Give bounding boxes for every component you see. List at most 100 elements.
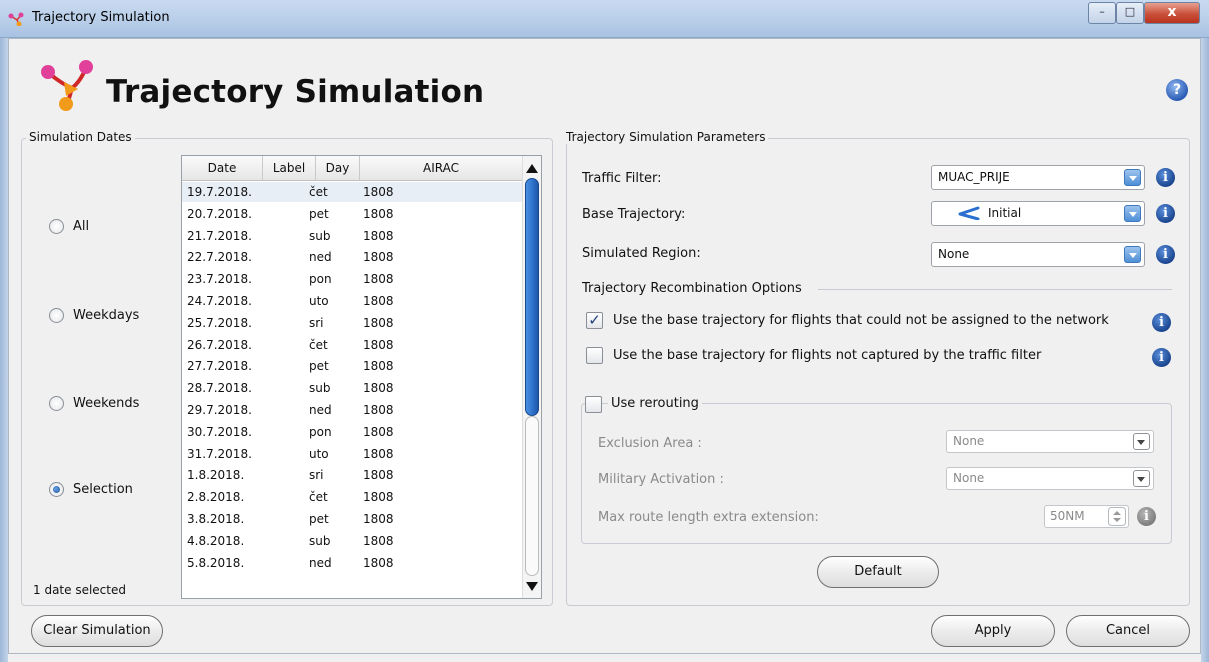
- max-route-spinbox[interactable]: 50NM: [1044, 505, 1129, 528]
- table-cell-day: čet: [309, 490, 328, 505]
- table-cell-day: pon: [309, 272, 332, 287]
- table-row[interactable]: 20.7.2018. pet 1808: [182, 204, 522, 224]
- simulated-region-select[interactable]: None: [931, 242, 1145, 267]
- table-row[interactable]: 4.8.2018. sub 1808: [182, 531, 522, 551]
- radio-weekdays[interactable]: Weekdays: [49, 308, 139, 323]
- military-activation-label: Military Activation :: [598, 472, 724, 487]
- radio-all[interactable]: All: [49, 219, 89, 234]
- opt-not-captured-checkbox[interactable]: [586, 347, 603, 364]
- chevron-down-icon[interactable]: [1133, 433, 1150, 450]
- table-row[interactable]: 22.7.2018. ned 1808: [182, 247, 522, 267]
- max-route-label: Max route length extra extension:: [598, 510, 819, 525]
- rerouting-label: Use rerouting: [608, 396, 702, 411]
- apply-button[interactable]: Apply: [931, 615, 1055, 647]
- radio-selection[interactable]: Selection: [49, 482, 133, 497]
- chevron-down-icon[interactable]: [1133, 470, 1150, 487]
- info-icon[interactable]: i: [1152, 348, 1171, 367]
- table-cell-date: 26.7.2018.: [187, 337, 252, 352]
- table-row[interactable]: 26.7.2018. čet 1808: [182, 335, 522, 355]
- close-button[interactable]: x: [1144, 2, 1200, 24]
- table-cell-airac: 1808: [363, 250, 394, 265]
- column-header-day[interactable]: Day: [316, 156, 360, 181]
- minimize-button[interactable]: –: [1088, 2, 1116, 24]
- info-icon[interactable]: i: [1137, 507, 1156, 526]
- table-row[interactable]: 24.7.2018. uto 1808: [182, 291, 522, 311]
- chevron-down-icon[interactable]: [1124, 169, 1141, 186]
- table-cell-airac: 1808: [363, 424, 394, 439]
- table-cell-date: 5.8.2018.: [187, 555, 245, 570]
- traffic-filter-value: MUAC_PRIJE: [938, 170, 1010, 184]
- table-cell-day: sri: [309, 468, 324, 483]
- info-icon[interactable]: i: [1156, 168, 1175, 187]
- table-cell-airac: 1808: [363, 359, 394, 374]
- info-icon[interactable]: i: [1156, 204, 1175, 223]
- table-cell-date: 20.7.2018.: [187, 206, 252, 221]
- table-row[interactable]: 30.7.2018. pon 1808: [182, 422, 522, 442]
- opt-unassigned-label: Use the base trajectory for flights that…: [613, 313, 1109, 328]
- chevron-down-icon[interactable]: [1124, 246, 1141, 263]
- radio-selection-indicator[interactable]: [49, 482, 64, 497]
- dates-table[interactable]: Date Label Day AIRAC 19.7.2018. čet 1808 20…: [181, 155, 542, 599]
- scrollbar-track[interactable]: [525, 416, 539, 576]
- base-trajectory-select[interactable]: Initial: [931, 201, 1145, 226]
- default-button[interactable]: Default: [817, 556, 939, 588]
- maximize-button[interactable]: □: [1116, 2, 1144, 24]
- table-cell-date: 21.7.2018.: [187, 228, 252, 243]
- radio-all-indicator[interactable]: [49, 219, 64, 234]
- table-header: Date Label Day AIRAC: [182, 156, 522, 181]
- radio-weekends-indicator[interactable]: [49, 396, 64, 411]
- table-row[interactable]: 25.7.2018. sri 1808: [182, 313, 522, 333]
- military-activation-select[interactable]: None: [946, 467, 1154, 490]
- simulated-region-label: Simulated Region:: [582, 246, 701, 261]
- table-cell-airac: 1808: [363, 272, 394, 287]
- help-icon[interactable]: ?: [1166, 79, 1188, 101]
- table-scrollbar[interactable]: [522, 156, 541, 598]
- table-row[interactable]: 19.7.2018. čet 1808: [182, 182, 522, 202]
- table-row[interactable]: 31.7.2018. uto 1808: [182, 444, 522, 464]
- column-header-label[interactable]: Label: [263, 156, 316, 181]
- column-header-date[interactable]: Date: [182, 156, 263, 181]
- rerouting-checkbox[interactable]: [585, 396, 602, 413]
- table-row[interactable]: 2.8.2018. čet 1808: [182, 487, 522, 507]
- scroll-down-icon[interactable]: [526, 582, 538, 591]
- cancel-button[interactable]: Cancel: [1066, 615, 1190, 647]
- table-row[interactable]: 29.7.2018. ned 1808: [182, 400, 522, 420]
- table-row[interactable]: 21.7.2018. sub 1808: [182, 226, 522, 246]
- table-cell-day: čet: [309, 337, 328, 352]
- table-cell-day: pet: [309, 206, 329, 221]
- traffic-filter-select[interactable]: MUAC_PRIJE: [931, 165, 1145, 190]
- scrollbar-thumb[interactable]: [525, 178, 539, 416]
- radio-selection-label: Selection: [73, 482, 133, 497]
- info-icon[interactable]: i: [1156, 245, 1175, 264]
- max-route-value: 50NM: [1050, 509, 1085, 523]
- table-row[interactable]: 23.7.2018. pon 1808: [182, 269, 522, 289]
- table-cell-airac: 1808: [363, 468, 394, 483]
- spin-arrows-icon[interactable]: [1108, 507, 1126, 526]
- exclusion-area-select[interactable]: None: [946, 430, 1154, 453]
- scroll-up-icon[interactable]: [526, 164, 538, 173]
- radio-weekends[interactable]: Weekends: [49, 396, 139, 411]
- clear-simulation-button[interactable]: Clear Simulation: [31, 615, 163, 647]
- table-row[interactable]: 1.8.2018. sri 1808: [182, 465, 522, 485]
- exclusion-area-value: None: [953, 434, 985, 448]
- table-row[interactable]: 27.7.2018. pet 1808: [182, 356, 522, 376]
- table-row[interactable]: 3.8.2018. pet 1808: [182, 509, 522, 529]
- table-cell-day: sub: [309, 533, 331, 548]
- table-cell-airac: 1808: [363, 490, 394, 505]
- radio-weekdays-indicator[interactable]: [49, 308, 64, 323]
- table-cell-date: 23.7.2018.: [187, 272, 252, 287]
- window-frame-right: [1201, 38, 1209, 662]
- table-cell-date: 29.7.2018.: [187, 403, 252, 417]
- table-row[interactable]: 28.7.2018. sub 1808: [182, 378, 522, 398]
- opt-unassigned-checkbox[interactable]: ✓: [586, 312, 603, 329]
- table-row[interactable]: 5.8.2018. ned 1808: [182, 553, 522, 573]
- info-icon[interactable]: i: [1152, 313, 1171, 332]
- column-header-airac[interactable]: AIRAC: [360, 156, 522, 181]
- table-cell-airac: 1808: [363, 185, 394, 199]
- radio-weekdays-label: Weekdays: [73, 308, 140, 323]
- table-cell-date: 30.7.2018.: [187, 424, 252, 439]
- table-cell-date: 3.8.2018.: [187, 512, 245, 526]
- table-cell-day: čet: [309, 185, 328, 199]
- table-cell-day: ned: [309, 555, 332, 570]
- chevron-down-icon[interactable]: [1124, 205, 1141, 222]
